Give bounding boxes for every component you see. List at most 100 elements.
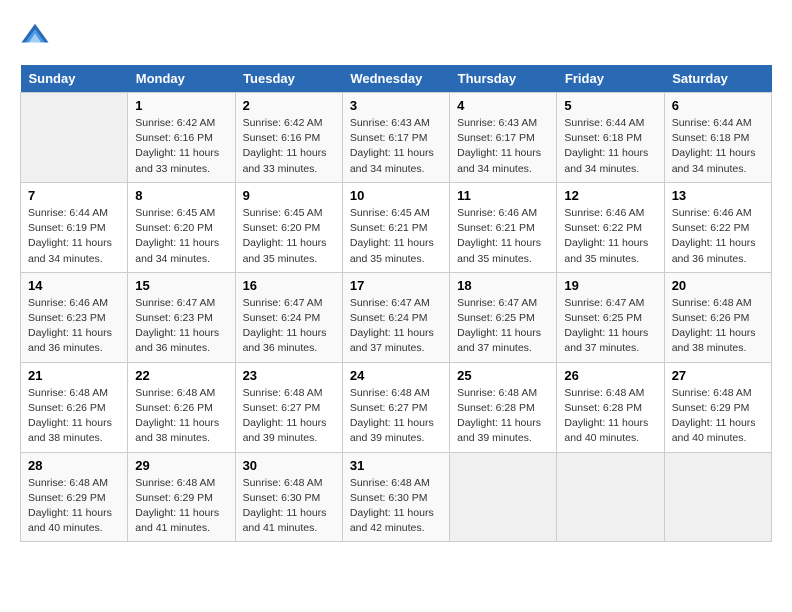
calendar-week-2: 7 Sunrise: 6:44 AMSunset: 6:19 PMDaylight…	[21, 182, 772, 272]
day-info: Sunrise: 6:45 AMSunset: 6:21 PMDaylight:…	[350, 206, 442, 267]
day-info: Sunrise: 6:44 AMSunset: 6:19 PMDaylight:…	[28, 206, 120, 267]
day-info: Sunrise: 6:47 AMSunset: 6:24 PMDaylight:…	[243, 296, 335, 357]
day-number: 20	[672, 278, 764, 293]
day-number: 17	[350, 278, 442, 293]
page-header	[20, 20, 772, 50]
calendar-cell: 30Sunrise: 6:48 AMSunset: 6:30 PMDayligh…	[235, 452, 342, 542]
calendar-cell: 31 Sunrise: 6:48 AMSunset: 6:30 PMDayligh…	[342, 452, 449, 542]
day-info: Sunrise: 6:47 AMSunset: 6:24 PMDaylight:…	[350, 296, 442, 357]
day-info: Sunrise: 6:48 AMSunset: 6:28 PMDaylight:…	[457, 386, 549, 447]
day-number: 13	[672, 188, 764, 203]
calendar-cell: 26Sunrise: 6:48 AMSunset: 6:28 PMDayligh…	[557, 362, 664, 452]
day-info: Sunrise: 6:47 AMSunset: 6:25 PMDaylight:…	[564, 296, 656, 357]
calendar-cell: 13Sunrise: 6:46 AMSunset: 6:22 PMDayligh…	[664, 182, 771, 272]
calendar-cell: 24 Sunrise: 6:48 AMSunset: 6:27 PMDayligh…	[342, 362, 449, 452]
day-number: 29	[135, 458, 227, 473]
calendar-cell: 15 Sunrise: 6:47 AMSunset: 6:23 PMDayligh…	[128, 272, 235, 362]
day-number: 30	[243, 458, 335, 473]
calendar-cell	[21, 93, 128, 183]
calendar-cell: 17 Sunrise: 6:47 AMSunset: 6:24 PMDayligh…	[342, 272, 449, 362]
weekday-header-wednesday: Wednesday	[342, 65, 449, 93]
weekday-header-thursday: Thursday	[450, 65, 557, 93]
weekday-header-sunday: Sunday	[21, 65, 128, 93]
day-number: 6	[672, 98, 764, 113]
logo-icon	[20, 20, 50, 50]
day-info: Sunrise: 6:47 AMSunset: 6:23 PMDaylight:…	[135, 296, 227, 357]
day-info: Sunrise: 6:46 AMSunset: 6:21 PMDaylight:…	[457, 206, 549, 267]
calendar-table: SundayMondayTuesdayWednesdayThursdayFrid…	[20, 65, 772, 542]
weekday-row: SundayMondayTuesdayWednesdayThursdayFrid…	[21, 65, 772, 93]
weekday-header-monday: Monday	[128, 65, 235, 93]
calendar-cell: 18 Sunrise: 6:47 AMSunset: 6:25 PMDayligh…	[450, 272, 557, 362]
day-number: 14	[28, 278, 120, 293]
day-number: 10	[350, 188, 442, 203]
day-info: Sunrise: 6:48 AMSunset: 6:27 PMDaylight:…	[243, 386, 335, 447]
day-number: 9	[243, 188, 335, 203]
day-number: 8	[135, 188, 227, 203]
calendar-cell: 3Sunrise: 6:43 AMSunset: 6:17 PMDaylight…	[342, 93, 449, 183]
day-info: Sunrise: 6:48 AMSunset: 6:26 PMDaylight:…	[28, 386, 120, 447]
calendar-cell: 21 Sunrise: 6:48 AMSunset: 6:26 PMDayligh…	[21, 362, 128, 452]
calendar-cell: 10 Sunrise: 6:45 AMSunset: 6:21 PMDayligh…	[342, 182, 449, 272]
day-info: Sunrise: 6:48 AMSunset: 6:27 PMDaylight:…	[350, 386, 442, 447]
logo	[20, 20, 52, 50]
day-info: Sunrise: 6:48 AMSunset: 6:26 PMDaylight:…	[135, 386, 227, 447]
calendar-week-5: 28 Sunrise: 6:48 AMSunset: 6:29 PMDayligh…	[21, 452, 772, 542]
day-info: Sunrise: 6:44 AMSunset: 6:18 PMDaylight:…	[672, 116, 764, 177]
calendar-cell: 23 Sunrise: 6:48 AMSunset: 6:27 PMDayligh…	[235, 362, 342, 452]
day-number: 15	[135, 278, 227, 293]
calendar-cell: 8 Sunrise: 6:45 AMSunset: 6:20 PMDaylight…	[128, 182, 235, 272]
day-info: Sunrise: 6:48 AMSunset: 6:30 PMDaylight:…	[350, 476, 442, 537]
day-number: 7	[28, 188, 120, 203]
weekday-header-friday: Friday	[557, 65, 664, 93]
calendar-cell: 27 Sunrise: 6:48 AMSunset: 6:29 PMDayligh…	[664, 362, 771, 452]
calendar-cell: 19Sunrise: 6:47 AMSunset: 6:25 PMDayligh…	[557, 272, 664, 362]
calendar-cell	[450, 452, 557, 542]
day-info: Sunrise: 6:42 AMSunset: 6:16 PMDaylight:…	[135, 116, 227, 177]
day-number: 31	[350, 458, 442, 473]
calendar-cell: 12 Sunrise: 6:46 AMSunset: 6:22 PMDayligh…	[557, 182, 664, 272]
calendar-cell: 25 Sunrise: 6:48 AMSunset: 6:28 PMDayligh…	[450, 362, 557, 452]
day-number: 4	[457, 98, 549, 113]
day-info: Sunrise: 6:43 AMSunset: 6:17 PMDaylight:…	[457, 116, 549, 177]
calendar-cell: 28 Sunrise: 6:48 AMSunset: 6:29 PMDayligh…	[21, 452, 128, 542]
calendar-cell: 4 Sunrise: 6:43 AMSunset: 6:17 PMDaylight…	[450, 93, 557, 183]
day-number: 16	[243, 278, 335, 293]
day-info: Sunrise: 6:45 AMSunset: 6:20 PMDaylight:…	[135, 206, 227, 267]
day-info: Sunrise: 6:45 AMSunset: 6:20 PMDaylight:…	[243, 206, 335, 267]
calendar-week-1: 1Sunrise: 6:42 AMSunset: 6:16 PMDaylight…	[21, 93, 772, 183]
weekday-header-tuesday: Tuesday	[235, 65, 342, 93]
day-info: Sunrise: 6:48 AMSunset: 6:28 PMDaylight:…	[564, 386, 656, 447]
calendar-cell: 29 Sunrise: 6:48 AMSunset: 6:29 PMDayligh…	[128, 452, 235, 542]
calendar-cell: 6 Sunrise: 6:44 AMSunset: 6:18 PMDaylight…	[664, 93, 771, 183]
day-info: Sunrise: 6:47 AMSunset: 6:25 PMDaylight:…	[457, 296, 549, 357]
day-info: Sunrise: 6:48 AMSunset: 6:26 PMDaylight:…	[672, 296, 764, 357]
calendar-cell	[664, 452, 771, 542]
calendar-cell: 5 Sunrise: 6:44 AMSunset: 6:18 PMDaylight…	[557, 93, 664, 183]
day-info: Sunrise: 6:46 AMSunset: 6:23 PMDaylight:…	[28, 296, 120, 357]
calendar-body: 1Sunrise: 6:42 AMSunset: 6:16 PMDaylight…	[21, 93, 772, 542]
calendar-cell: 7 Sunrise: 6:44 AMSunset: 6:19 PMDaylight…	[21, 182, 128, 272]
calendar-week-3: 14 Sunrise: 6:46 AMSunset: 6:23 PMDayligh…	[21, 272, 772, 362]
day-number: 23	[243, 368, 335, 383]
day-info: Sunrise: 6:44 AMSunset: 6:18 PMDaylight:…	[564, 116, 656, 177]
day-number: 2	[243, 98, 335, 113]
day-number: 18	[457, 278, 549, 293]
day-number: 5	[564, 98, 656, 113]
calendar-cell	[557, 452, 664, 542]
day-number: 24	[350, 368, 442, 383]
day-number: 11	[457, 188, 549, 203]
day-info: Sunrise: 6:43 AMSunset: 6:17 PMDaylight:…	[350, 116, 442, 177]
calendar-cell: 22Sunrise: 6:48 AMSunset: 6:26 PMDayligh…	[128, 362, 235, 452]
day-number: 25	[457, 368, 549, 383]
day-info: Sunrise: 6:48 AMSunset: 6:29 PMDaylight:…	[28, 476, 120, 537]
day-number: 27	[672, 368, 764, 383]
day-info: Sunrise: 6:48 AMSunset: 6:29 PMDaylight:…	[135, 476, 227, 537]
day-number: 12	[564, 188, 656, 203]
calendar-cell: 14 Sunrise: 6:46 AMSunset: 6:23 PMDayligh…	[21, 272, 128, 362]
day-number: 21	[28, 368, 120, 383]
day-info: Sunrise: 6:46 AMSunset: 6:22 PMDaylight:…	[564, 206, 656, 267]
calendar-cell: 1Sunrise: 6:42 AMSunset: 6:16 PMDaylight…	[128, 93, 235, 183]
day-info: Sunrise: 6:48 AMSunset: 6:29 PMDaylight:…	[672, 386, 764, 447]
day-number: 28	[28, 458, 120, 473]
